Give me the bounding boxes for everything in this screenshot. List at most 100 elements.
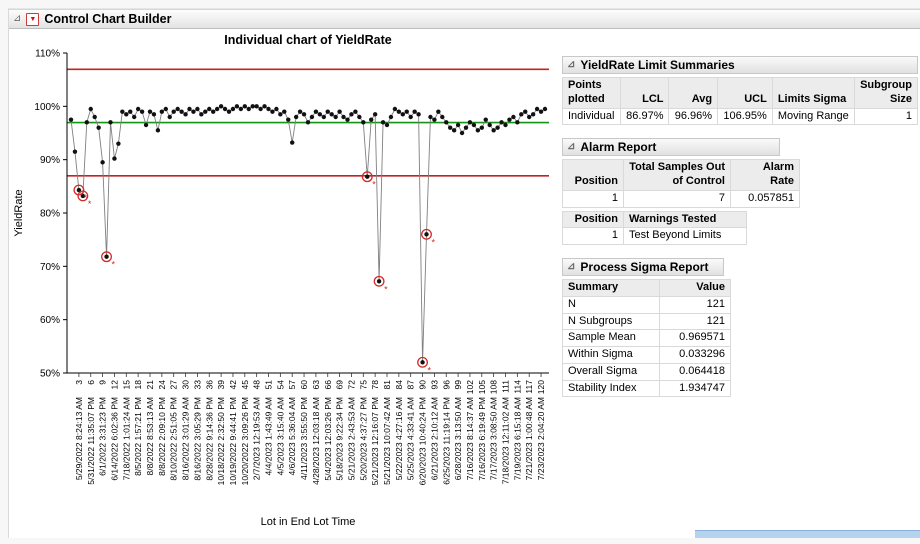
data-point[interactable]: [167, 114, 172, 120]
data-point[interactable]: [234, 104, 240, 109]
data-point[interactable]: [388, 114, 394, 120]
data-point[interactable]: [92, 114, 97, 120]
data-point[interactable]: [376, 279, 382, 284]
data-point[interactable]: [424, 232, 429, 237]
data-point[interactable]: [112, 156, 117, 161]
data-point[interactable]: [467, 120, 473, 125]
data-point[interactable]: [345, 117, 350, 122]
data-point[interactable]: [305, 120, 311, 125]
data-point[interactable]: [246, 106, 251, 112]
data-point[interactable]: [191, 109, 196, 114]
data-point[interactable]: [84, 120, 90, 125]
data-point[interactable]: [147, 109, 153, 114]
data-point[interactable]: [242, 104, 247, 109]
data-point[interactable]: [428, 114, 433, 120]
data-point[interactable]: [396, 109, 402, 114]
data-point[interactable]: [313, 109, 319, 114]
data-point[interactable]: [530, 112, 536, 117]
data-point[interactable]: [515, 120, 520, 125]
data-point[interactable]: [475, 128, 481, 133]
data-point[interactable]: [404, 109, 409, 114]
data-point[interactable]: [183, 112, 188, 117]
data-point[interactable]: [195, 106, 200, 112]
data-point[interactable]: [104, 254, 109, 259]
data-point[interactable]: [380, 120, 386, 125]
data-point[interactable]: [278, 112, 283, 117]
data-point[interactable]: [203, 109, 208, 114]
data-point[interactable]: [495, 125, 500, 130]
data-point[interactable]: [155, 128, 161, 133]
data-point[interactable]: [534, 106, 540, 112]
disclosure-triangle-icon[interactable]: ⊿: [13, 14, 21, 24]
data-point[interactable]: [143, 122, 149, 128]
data-point[interactable]: [250, 104, 255, 109]
data-point[interactable]: [120, 109, 125, 114]
data-point[interactable]: [159, 109, 165, 114]
data-point[interactable]: [329, 112, 334, 117]
data-point[interactable]: [523, 109, 528, 114]
data-point[interactable]: [408, 114, 413, 120]
data-point[interactable]: [479, 125, 484, 130]
data-point[interactable]: [337, 109, 342, 114]
data-point[interactable]: [151, 112, 157, 117]
data-point[interactable]: [230, 106, 236, 112]
data-point[interactable]: [511, 114, 516, 120]
data-point[interactable]: [282, 109, 287, 114]
data-point[interactable]: [238, 106, 244, 112]
data-point[interactable]: [301, 112, 307, 117]
disclosure-triangle-icon[interactable]: ⊿: [567, 60, 575, 70]
data-point[interactable]: [309, 114, 315, 120]
data-point[interactable]: [132, 114, 137, 120]
data-point[interactable]: [507, 117, 512, 122]
data-point[interactable]: [519, 112, 524, 117]
data-point[interactable]: [274, 106, 279, 112]
data-point[interactable]: [207, 106, 212, 112]
data-point[interactable]: [179, 109, 184, 114]
data-point[interactable]: [88, 106, 93, 112]
data-point[interactable]: [297, 109, 303, 114]
data-point[interactable]: [128, 109, 133, 114]
data-point[interactable]: [124, 112, 129, 117]
data-point[interactable]: [108, 120, 113, 125]
data-point[interactable]: [100, 160, 105, 165]
data-point[interactable]: [68, 117, 74, 122]
data-point[interactable]: [400, 112, 405, 117]
data-point[interactable]: [353, 109, 358, 114]
data-point[interactable]: [270, 109, 275, 114]
data-point[interactable]: [293, 114, 299, 120]
data-point[interactable]: [96, 125, 101, 130]
data-point[interactable]: [542, 106, 548, 112]
data-point[interactable]: [290, 140, 295, 145]
data-point[interactable]: [333, 114, 338, 120]
data-point[interactable]: [135, 106, 141, 112]
data-point[interactable]: [412, 109, 417, 114]
data-point[interactable]: [266, 106, 271, 112]
data-point[interactable]: [471, 122, 477, 128]
data-point[interactable]: [262, 104, 267, 109]
data-point[interactable]: [499, 120, 504, 125]
data-point[interactable]: [341, 114, 346, 120]
data-point[interactable]: [503, 122, 508, 128]
data-point[interactable]: [199, 112, 204, 117]
data-point[interactable]: [444, 120, 449, 125]
data-point[interactable]: [538, 109, 544, 114]
data-point[interactable]: [491, 128, 496, 133]
data-point[interactable]: [349, 112, 354, 117]
data-point[interactable]: [432, 117, 437, 122]
data-point[interactable]: [416, 112, 421, 117]
data-point[interactable]: [357, 114, 362, 120]
data-point[interactable]: [325, 109, 330, 114]
data-point[interactable]: [222, 106, 228, 112]
data-point[interactable]: [116, 141, 121, 146]
disclosure-triangle-icon[interactable]: ⊿: [567, 142, 575, 152]
data-point[interactable]: [483, 117, 488, 122]
data-point[interactable]: [214, 106, 220, 112]
data-point[interactable]: [451, 128, 457, 133]
data-point[interactable]: [365, 174, 370, 179]
data-point[interactable]: [254, 104, 259, 109]
data-point[interactable]: [384, 122, 390, 128]
data-point[interactable]: [171, 109, 176, 114]
data-point[interactable]: [455, 122, 461, 128]
data-point[interactable]: [420, 360, 425, 365]
data-point[interactable]: [163, 106, 168, 112]
